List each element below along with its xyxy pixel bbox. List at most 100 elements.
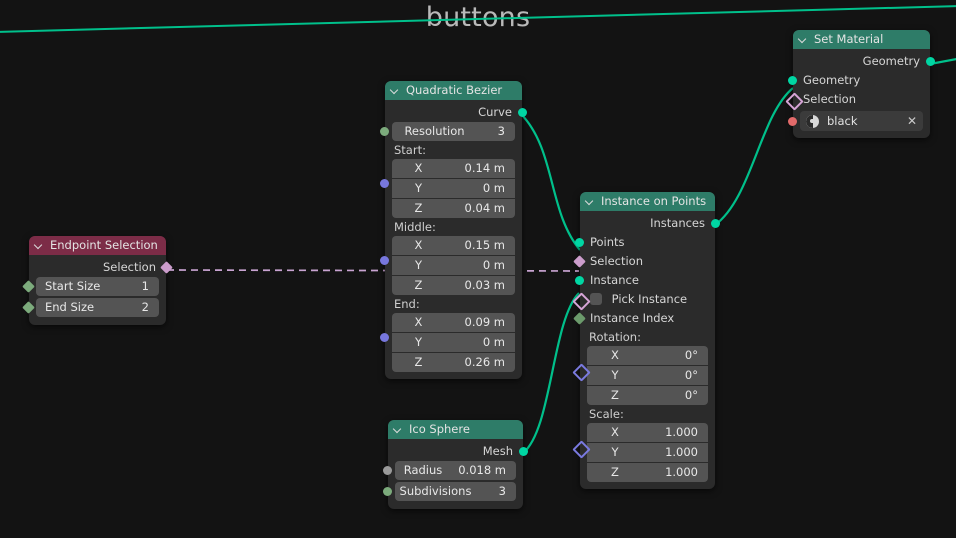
socket-input-instance[interactable] bbox=[575, 276, 584, 285]
field-start-size[interactable]: Start Size 1 bbox=[22, 277, 159, 296]
input-row-points: Points bbox=[575, 233, 715, 252]
output-label-curve: Curve bbox=[478, 105, 512, 119]
chevron-down-icon[interactable] bbox=[35, 241, 44, 250]
node-endpoint-selection[interactable]: Endpoint Selection Selection Start Size … bbox=[22, 236, 173, 325]
socket-output-curve[interactable] bbox=[518, 108, 527, 117]
axis-value-z: 0.04 m bbox=[464, 201, 505, 215]
node-editor[interactable]: buttons Endpoint Selection Selection Sta… bbox=[0, 0, 956, 538]
field-start-y[interactable]: Y 0 m bbox=[392, 179, 515, 198]
field-value-start-size: 1 bbox=[141, 279, 149, 293]
axis-label-x: X bbox=[611, 348, 619, 362]
field-middle-x[interactable]: X 0.15 m bbox=[392, 236, 515, 255]
node-title: Endpoint Selection bbox=[50, 238, 158, 252]
socket-output-selection[interactable] bbox=[160, 261, 173, 274]
socket-input-pick-instance[interactable] bbox=[572, 292, 591, 311]
input-label-pick-instance: Pick Instance bbox=[611, 292, 688, 306]
field-value-subdivisions: 3 bbox=[498, 484, 506, 498]
wire-mesh-to-instance bbox=[522, 292, 580, 454]
node-title: Instance on Points bbox=[601, 194, 707, 208]
socket-input-start-size[interactable] bbox=[22, 280, 35, 293]
field-rotation-z[interactable]: Z 0° bbox=[587, 386, 708, 405]
node-header-instance-on-points[interactable]: Instance on Points bbox=[580, 192, 715, 211]
axis-label-y: Y bbox=[611, 368, 619, 382]
material-selector[interactable]: black ✕ bbox=[800, 111, 923, 131]
axis-label-z: Z bbox=[414, 201, 423, 215]
field-scale-z[interactable]: Z 1.000 bbox=[587, 463, 708, 482]
node-quadratic-bezier[interactable]: Quadratic Bezier Curve Resolution 3 Star… bbox=[380, 81, 527, 379]
axis-value-x: 0° bbox=[684, 348, 698, 362]
field-label-resolution: Resolution bbox=[404, 124, 465, 138]
input-row-selection: Selection bbox=[785, 90, 930, 111]
socket-input-subdivisions[interactable] bbox=[383, 487, 392, 496]
field-radius[interactable]: Radius 0.018 m bbox=[383, 461, 516, 480]
output-row-mesh: Mesh bbox=[388, 442, 528, 461]
field-scale-y[interactable]: Y 1.000 bbox=[587, 443, 708, 462]
node-instance-on-points[interactable]: Instance on Points Instances Points Sele… bbox=[572, 192, 720, 489]
checkbox-pick-instance[interactable] bbox=[590, 293, 602, 305]
field-middle-y[interactable]: Y 0 m bbox=[392, 256, 515, 275]
close-icon[interactable]: ✕ bbox=[903, 114, 921, 128]
chevron-down-icon[interactable] bbox=[394, 425, 403, 434]
group-label-rotation: Rotation: bbox=[589, 330, 641, 344]
chevron-down-icon[interactable] bbox=[586, 197, 595, 206]
field-end-z[interactable]: Z 0.26 m bbox=[392, 353, 515, 372]
node-set-material[interactable]: Set Material Geometry Geometry Selection… bbox=[785, 30, 935, 138]
input-label-instance-index: Instance Index bbox=[590, 311, 675, 325]
axis-label-z: Z bbox=[611, 465, 619, 479]
node-header-endpoint-selection[interactable]: Endpoint Selection bbox=[29, 236, 166, 255]
axis-label-z: Z bbox=[611, 388, 619, 402]
socket-input-points[interactable] bbox=[575, 238, 584, 247]
node-title: Quadratic Bezier bbox=[406, 83, 503, 97]
field-start-z[interactable]: Z 0.04 m bbox=[392, 199, 515, 218]
field-value-end-size: 2 bbox=[141, 300, 149, 314]
field-start-x[interactable]: X 0.14 m bbox=[392, 159, 515, 178]
axis-value-x: 0.14 m bbox=[464, 161, 505, 175]
field-subdivisions[interactable]: Subdivisions 3 bbox=[383, 482, 516, 501]
field-end-y[interactable]: Y 0 m bbox=[392, 333, 515, 352]
field-label-end-size: End Size bbox=[45, 300, 95, 314]
node-body-quadratic-bezier: Curve Resolution 3 Start: X 0.14 m Y 0 m… bbox=[380, 103, 527, 379]
editor-title: buttons bbox=[425, 2, 531, 33]
vector-start: X 0.14 m Y 0 m Z 0.04 m bbox=[380, 159, 522, 218]
axis-value-y: 0° bbox=[684, 368, 698, 382]
socket-output-mesh[interactable] bbox=[519, 447, 528, 456]
node-header-quadratic-bezier[interactable]: Quadratic Bezier bbox=[385, 81, 522, 100]
chevron-down-icon[interactable] bbox=[799, 35, 808, 44]
field-resolution[interactable]: Resolution 3 bbox=[380, 122, 515, 141]
input-row-selection: Selection bbox=[573, 252, 715, 271]
socket-input-radius[interactable] bbox=[383, 466, 392, 475]
node-ico-sphere[interactable]: Ico Sphere Mesh Radius 0.018 m Subdivisi… bbox=[383, 420, 528, 509]
socket-output-geometry[interactable] bbox=[926, 57, 935, 66]
socket-input-geometry[interactable] bbox=[788, 76, 797, 85]
input-label-instance: Instance bbox=[590, 273, 639, 287]
field-rotation-y[interactable]: Y 0° bbox=[587, 366, 708, 385]
output-label-geometry: Geometry bbox=[862, 54, 920, 68]
chevron-down-icon[interactable] bbox=[391, 86, 400, 95]
node-header-ico-sphere[interactable]: Ico Sphere bbox=[388, 420, 523, 439]
input-row-pick-instance[interactable]: Pick Instance bbox=[572, 290, 715, 311]
node-header-set-material[interactable]: Set Material bbox=[793, 30, 930, 49]
axis-value-y: 0 m bbox=[482, 258, 505, 272]
axis-value-x: 0.15 m bbox=[464, 238, 505, 252]
axis-label-x: X bbox=[611, 425, 619, 439]
vector-rotation: X 0° Y 0° Z 0° bbox=[572, 346, 715, 405]
socket-input-middle[interactable] bbox=[380, 256, 389, 265]
socket-input-instance-index[interactable] bbox=[573, 312, 586, 325]
input-label-geometry: Geometry bbox=[803, 73, 861, 87]
input-row-geometry: Geometry bbox=[788, 71, 930, 90]
socket-input-selection[interactable] bbox=[785, 92, 804, 111]
field-end-size[interactable]: End Size 2 bbox=[22, 298, 159, 317]
socket-input-end-size[interactable] bbox=[22, 301, 35, 314]
socket-input-selection[interactable] bbox=[573, 255, 586, 268]
socket-output-instances[interactable] bbox=[711, 219, 720, 228]
field-label-start-size: Start Size bbox=[45, 279, 101, 293]
socket-input-resolution[interactable] bbox=[380, 127, 389, 136]
socket-input-start[interactable] bbox=[380, 179, 389, 188]
field-middle-z[interactable]: Z 0.03 m bbox=[392, 276, 515, 295]
field-rotation-x[interactable]: X 0° bbox=[587, 346, 708, 365]
field-value-radius: 0.018 m bbox=[458, 463, 506, 477]
field-end-x[interactable]: X 0.09 m bbox=[392, 313, 515, 332]
socket-input-end[interactable] bbox=[380, 333, 389, 342]
socket-input-material[interactable] bbox=[788, 117, 797, 126]
field-scale-x[interactable]: X 1.000 bbox=[587, 423, 708, 442]
